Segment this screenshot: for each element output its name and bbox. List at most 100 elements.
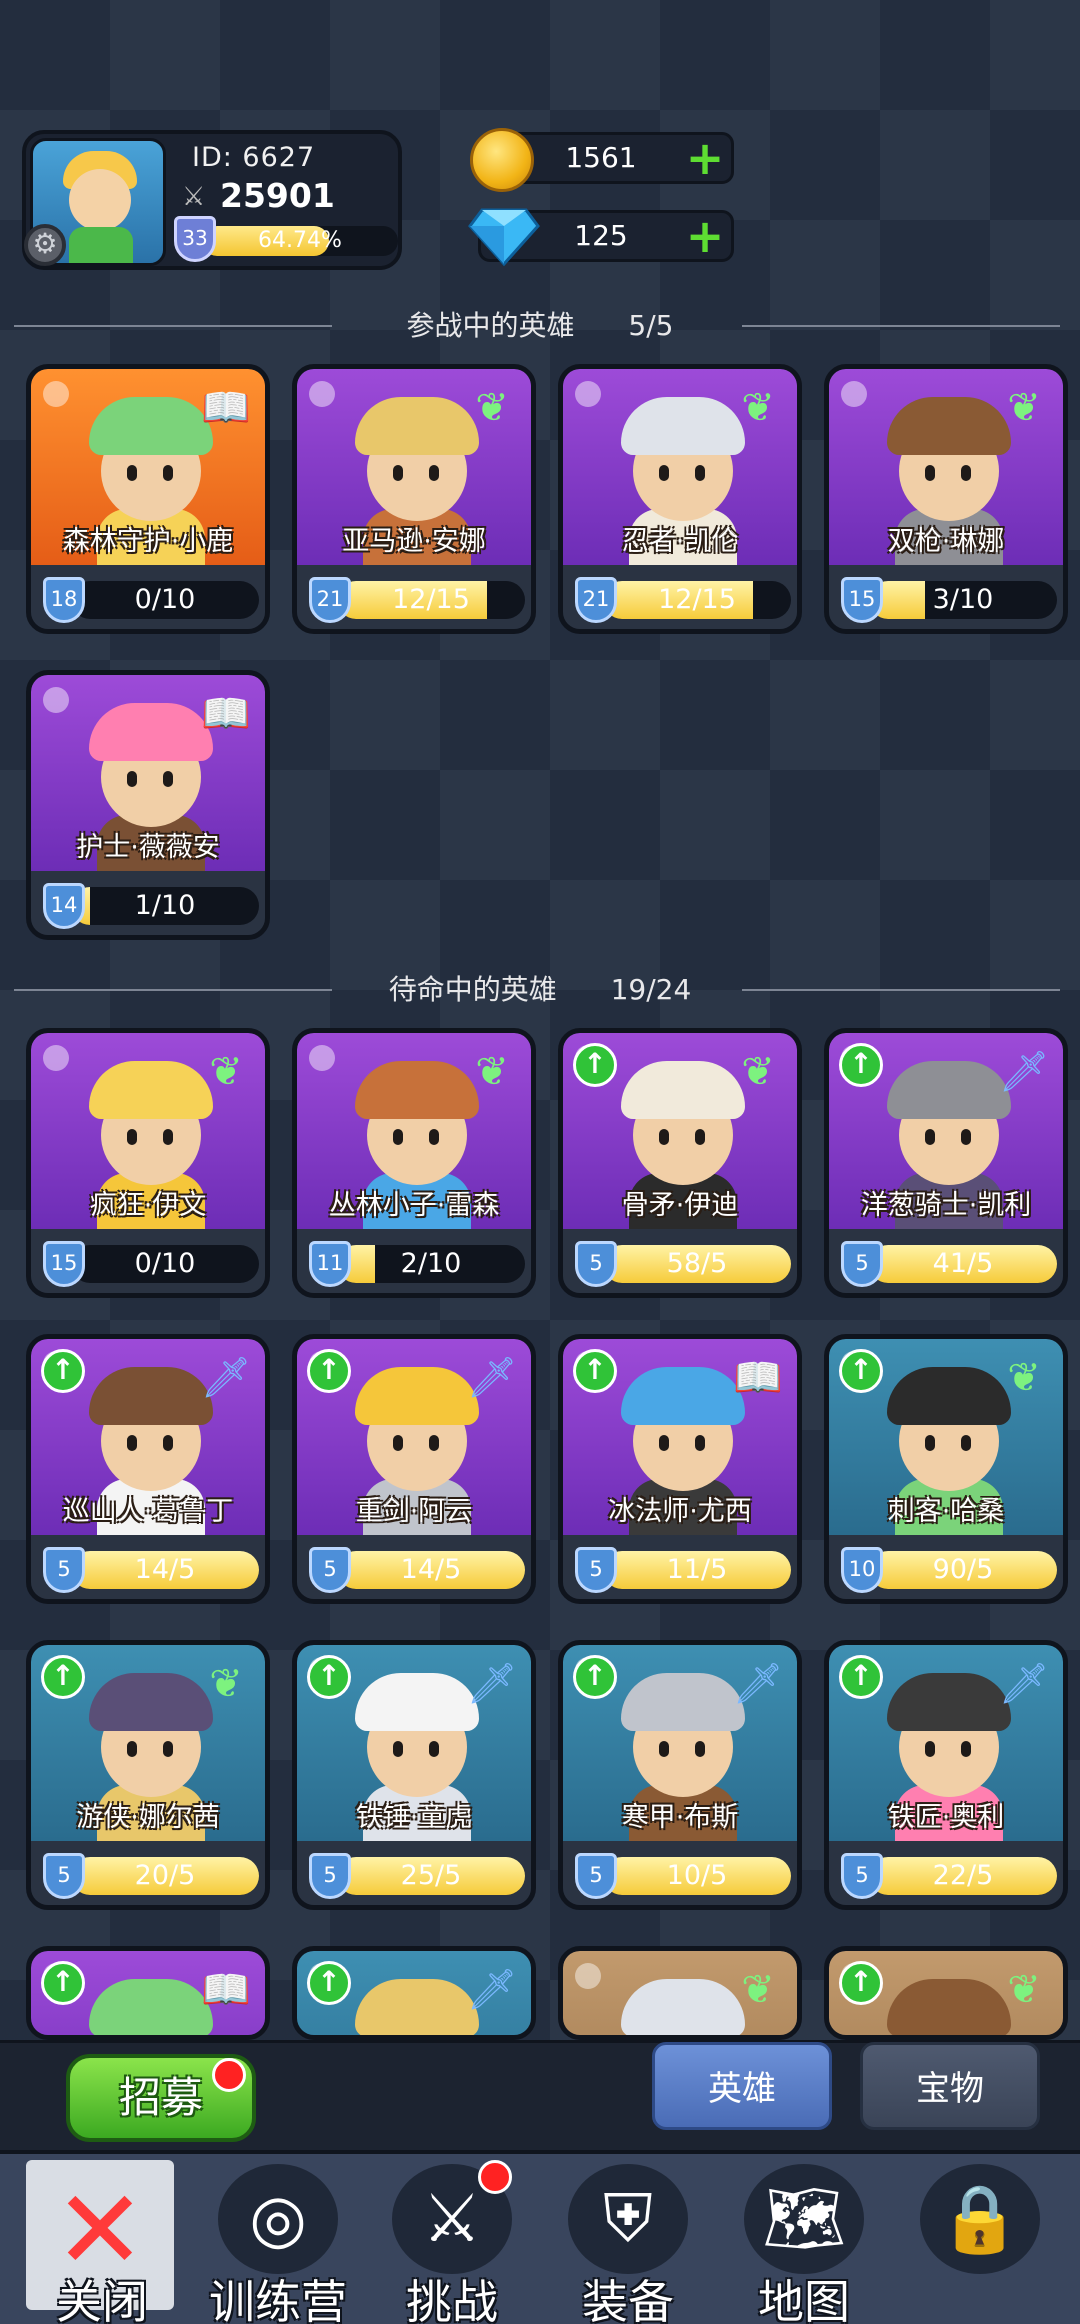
sword-icon: 🗡 xyxy=(998,1049,1050,1095)
hero-name: 巡山人·葛鲁丁 xyxy=(62,1496,234,1527)
upgrade-arrow-icon: ↑ xyxy=(573,1043,617,1087)
shard-progress-bar: 12/15 xyxy=(337,581,525,619)
shard-count: 0/10 xyxy=(134,1248,196,1279)
hero-card[interactable]: 🗡 ↑ 重剑·阿云 5 14/5 xyxy=(292,1334,536,1604)
hero-card[interactable]: 🗡 ↑ 巡山人·葛鲁丁 5 14/5 xyxy=(26,1334,270,1604)
shard-count: 20/5 xyxy=(134,1860,196,1891)
hero-card[interactable]: 🗡 ↑ 铁匠·奥利 5 22/5 xyxy=(824,1640,1068,1910)
hero-name: 冰法师·尤西 xyxy=(608,1496,752,1527)
recruit-notification-dot xyxy=(212,2058,246,2092)
hero-level-badge: 15 xyxy=(43,1241,85,1287)
book-icon: 📖 xyxy=(201,691,251,737)
hero-name: 丛林小子·雷森 xyxy=(328,1190,500,1221)
wing-icon: ❦ xyxy=(741,1967,775,2013)
hero-level-badge: 18 xyxy=(43,577,85,623)
hero-level-badge: 5 xyxy=(841,1853,883,1899)
hero-name: 洋葱骑士·凯利 xyxy=(860,1190,1032,1221)
shard-progress-bar: 2/10 xyxy=(337,1245,525,1283)
diamond-icon xyxy=(468,208,540,267)
shard-progress-bar: 12/15 xyxy=(603,581,791,619)
map-icon: 🗺 xyxy=(744,2164,864,2274)
shard-progress-bar: 90/5 xyxy=(869,1551,1057,1589)
hero-card[interactable]: ❦ 疯狂·伊文 15 0/10 xyxy=(26,1028,270,1298)
hero-level-badge: 5 xyxy=(575,1853,617,1899)
hero-level-badge: 15 xyxy=(841,577,883,623)
reserve-heroes-title: 待命中的英雄 xyxy=(388,973,557,1006)
sword-icon: 🗡 xyxy=(466,1661,518,1707)
hero-name: 骨矛·伊迪 xyxy=(621,1190,739,1221)
shard-count: 90/5 xyxy=(932,1554,994,1585)
hero-name: 森林守护·小鹿 xyxy=(62,526,234,557)
hero-card[interactable]: 📖 护士·薇薇安 14 1/10 xyxy=(26,670,270,940)
settings-gear-icon[interactable]: ⚙ xyxy=(24,224,66,266)
book-icon: 📖 xyxy=(201,1967,251,2013)
hero-level-badge: 10 xyxy=(841,1547,883,1593)
shard-count: 12/15 xyxy=(392,584,470,615)
xp-percent: 64.74% xyxy=(258,228,342,253)
nav-close[interactable]: ✕ 关闭 xyxy=(22,2158,182,2324)
sword-icon: 🗡 xyxy=(732,1661,784,1707)
active-heroes-count: 5/5 xyxy=(628,309,674,342)
hero-card[interactable]: ❦ ↑ 游侠·娜尔茜 5 20/5 xyxy=(26,1640,270,1910)
shard-count: 58/5 xyxy=(666,1248,728,1279)
hero-card[interactable]: 📖 森林守护·小鹿 18 0/10 xyxy=(26,364,270,634)
nav-equipment[interactable]: ⛨ 装备 xyxy=(548,2158,708,2324)
shard-progress-bar: 11/5 xyxy=(603,1551,791,1589)
player-level-badge: 33 xyxy=(174,216,216,262)
armor-icon: ⛨ xyxy=(568,2164,688,2274)
nav-training-camp[interactable]: ◎ 训练营 xyxy=(198,2158,358,2324)
shard-progress-bar: 14/5 xyxy=(337,1551,525,1589)
upgrade-arrow-icon: ↑ xyxy=(307,1655,351,1699)
nav-map[interactable]: 🗺 地图 xyxy=(724,2158,884,2324)
book-icon: 📖 xyxy=(733,1355,783,1401)
hero-card[interactable]: 📖 ↑ xyxy=(26,1946,270,2040)
gem-amount: 125 xyxy=(574,219,628,252)
hero-card[interactable]: ❦ ↑ 刺客·哈桑 10 90/5 xyxy=(824,1334,1068,1604)
upgrade-arrow-icon: ↑ xyxy=(839,1655,883,1699)
shard-progress-bar: 58/5 xyxy=(603,1245,791,1283)
hero-level-badge: 5 xyxy=(309,1853,351,1899)
hero-level-badge: 21 xyxy=(309,577,351,623)
add-gem-icon[interactable]: + xyxy=(685,213,725,259)
hero-card[interactable]: ❦ 双枪·琳娜 15 3/10 xyxy=(824,364,1068,634)
wing-icon: ❦ xyxy=(475,1049,509,1095)
hero-level-badge: 11 xyxy=(309,1241,351,1287)
shard-count: 1/10 xyxy=(134,890,196,921)
hero-card[interactable]: 📖 ↑ 冰法师·尤西 5 11/5 xyxy=(558,1334,802,1604)
shard-count: 14/5 xyxy=(134,1554,196,1585)
hero-card[interactable]: 🗡 ↑ 寒甲·布斯 5 10/5 xyxy=(558,1640,802,1910)
hero-level-badge: 21 xyxy=(575,577,617,623)
tab-heroes[interactable]: 英雄 xyxy=(652,2042,832,2130)
shard-progress-bar: 22/5 xyxy=(869,1857,1057,1895)
wing-icon: ❦ xyxy=(741,385,775,431)
hero-name: 游侠·娜尔茜 xyxy=(76,1802,220,1833)
shard-count: 14/5 xyxy=(400,1554,462,1585)
hero-card[interactable]: 🗡 ↑ 洋葱骑士·凯利 5 41/5 xyxy=(824,1028,1068,1298)
gold-coin-icon xyxy=(470,128,534,192)
add-gold-icon[interactable]: + xyxy=(685,135,725,181)
wing-icon: ❦ xyxy=(209,1049,243,1095)
hero-name: 亚马逊·安娜 xyxy=(342,526,486,557)
hero-card[interactable]: ❦ 忍者·凯伦 21 12/15 xyxy=(558,364,802,634)
upgrade-arrow-icon: ↑ xyxy=(307,1961,351,2005)
hero-card[interactable]: ❦ xyxy=(558,1946,802,2040)
hero-card[interactable]: ❦ 丛林小子·雷森 11 2/10 xyxy=(292,1028,536,1298)
shard-progress-bar: 1/10 xyxy=(71,887,259,925)
reserve-heroes-header: 待命中的英雄 19/24 xyxy=(0,970,1080,1010)
sword-icon: 🗡 xyxy=(998,1661,1050,1707)
hero-card[interactable]: ❦ 亚马逊·安娜 21 12/15 xyxy=(292,364,536,634)
shard-count: 0/10 xyxy=(134,584,196,615)
hero-card[interactable]: 🗡 ↑ 铁锤·童虎 5 25/5 xyxy=(292,1640,536,1910)
tab-treasure[interactable]: 宝物 xyxy=(860,2042,1040,2130)
upgrade-arrow-icon: ↑ xyxy=(839,1349,883,1393)
gold-amount: 1561 xyxy=(565,141,637,174)
player-profile[interactable]: ⚙ ID: 6627 ⚔ 25901 33 64.74% xyxy=(22,130,402,270)
shard-count: 2/10 xyxy=(400,1248,462,1279)
hero-name: 重剑·阿云 xyxy=(355,1496,473,1527)
hero-card[interactable]: ❦ ↑ 骨矛·伊迪 5 58/5 xyxy=(558,1028,802,1298)
nav-locked[interactable]: 🔒 xyxy=(900,2158,1060,2324)
hero-card[interactable]: ❦ ↑ xyxy=(824,1946,1068,2040)
hero-name: 护士·薇薇安 xyxy=(76,832,220,863)
hero-card[interactable]: 🗡 ↑ xyxy=(292,1946,536,2040)
upgrade-arrow-icon: ↑ xyxy=(41,1655,85,1699)
